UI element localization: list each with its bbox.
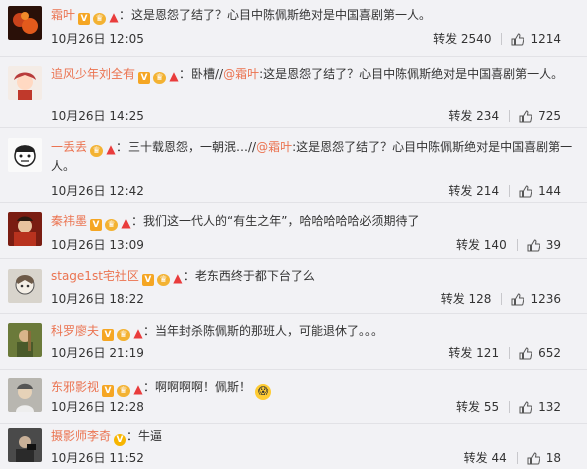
crown-badge-icon[interactable]: ♛ <box>156 274 170 286</box>
crown-badge-icon[interactable]: ♛ <box>153 72 167 84</box>
comment-text: ：卧槽// <box>179 67 224 81</box>
comment-text: ：老东西终于都下台了么 <box>182 269 315 283</box>
vip-badge-icon[interactable]: V <box>90 219 103 231</box>
comment-item: 追风少年刘全有 V ♛ ▲：卧槽//@霜叶:这是恩怨了结了？心目中陈佩斯绝对是中国喜剧… <box>0 56 587 127</box>
thumbs-up-icon[interactable] <box>511 292 525 306</box>
comment-feed: 霜叶 V ♛ ▲：这是恩怨了结了？心目中陈佩斯绝对是中国喜剧第一人。 10月26日 1… <box>0 0 587 468</box>
timestamp: 10月26日 14:25 <box>51 109 144 123</box>
timestamp: 10月26日 12:28 <box>51 400 144 414</box>
comment-text: ：我们这一代人的“有生之年”，哈哈哈哈哈必须期待了 <box>131 214 420 228</box>
avatar[interactable] <box>8 428 42 462</box>
like-count: 18 <box>545 451 561 465</box>
avatar[interactable] <box>8 212 42 246</box>
divider <box>509 185 511 197</box>
comment-item: 东邪影视 V ♛ ▲：啊啊啊啊！佩斯！ 😱 10月26日 12:28 转发 55 132 <box>0 369 587 423</box>
avatar[interactable] <box>8 138 42 172</box>
timestamp: 10月26日 12:05 <box>51 32 144 46</box>
thumbs-up-icon[interactable] <box>519 400 533 414</box>
timestamp: 10月26日 12:42 <box>51 184 144 198</box>
repost-button[interactable]: 转发 55 <box>456 399 499 415</box>
vip-badge-icon[interactable]: V <box>78 13 91 25</box>
like-count: 1214 <box>530 32 561 46</box>
repost-button[interactable]: 转发 140 <box>456 237 507 253</box>
crown-badge-icon[interactable]: ♛ <box>90 145 104 157</box>
divider <box>509 401 511 413</box>
username-link[interactable]: 东邪影视 <box>51 380 99 394</box>
fire-badge-icon[interactable]: ▲ <box>133 383 143 395</box>
comment-text-quoted: :这是恩怨了结了？心目中陈佩斯绝对是中国喜剧第一人。 <box>259 67 564 81</box>
fire-badge-icon[interactable]: ▲ <box>169 70 179 82</box>
timestamp: 10月26日 13:09 <box>51 238 144 252</box>
timestamp: 10月26日 18:22 <box>51 292 144 306</box>
comment-item: 秦祎墨 V ♛ ▲：我们这一代人的“有生之年”，哈哈哈哈哈必须期待了 10月26日 1… <box>0 202 587 258</box>
username-link[interactable]: 追风少年刘全有 <box>51 67 135 81</box>
crown-badge-icon[interactable]: ♛ <box>105 219 119 231</box>
comment-item: 一丢丢 ♛ ▲：三十载恩怨，一朝泯…//@霜叶:这是恩怨了结了？心目中陈佩斯绝对是中… <box>0 127 587 202</box>
like-count: 652 <box>538 346 561 360</box>
crown-badge-icon[interactable]: ♛ <box>117 329 131 341</box>
thumbs-up-icon[interactable] <box>511 32 525 46</box>
mention-link[interactable]: @霜叶 <box>223 67 259 81</box>
avatar[interactable] <box>8 378 42 412</box>
fire-badge-icon[interactable]: ▲ <box>121 217 131 229</box>
thumbs-up-icon[interactable] <box>527 451 541 465</box>
divider <box>501 293 503 305</box>
comment-text: ：牛逼 <box>126 429 163 443</box>
divider <box>501 33 503 45</box>
username-link[interactable]: 科罗廖夫 <box>51 324 99 338</box>
username-link[interactable]: 秦祎墨 <box>51 214 87 228</box>
fire-badge-icon[interactable]: ▲ <box>109 11 119 23</box>
mention-link[interactable]: @霜叶 <box>256 140 292 154</box>
vip-badge-icon[interactable]: V <box>141 274 154 286</box>
comment-item: stage1st宅社区 V ♛ ▲：老东西终于都下台了么 10月26日 18:22 转… <box>0 258 587 313</box>
avatar[interactable] <box>8 66 42 100</box>
like-count: 39 <box>545 238 561 252</box>
fire-badge-icon[interactable]: ▲ <box>106 143 116 155</box>
fire-badge-icon[interactable]: ▲ <box>133 327 143 339</box>
comment-item: 摄影师李奇 V ：牛逼 10月26日 11:52 转发 44 18 <box>0 423 587 468</box>
divider <box>509 110 511 122</box>
repost-button[interactable]: 转发 234 <box>448 108 499 124</box>
username-link[interactable]: 霜叶 <box>51 8 75 22</box>
divider <box>509 347 511 359</box>
repost-button[interactable]: 转发 121 <box>448 345 499 361</box>
avatar[interactable] <box>8 6 42 40</box>
repost-button[interactable]: 转发 214 <box>448 183 499 199</box>
repost-button[interactable]: 转发 44 <box>464 450 507 466</box>
thumbs-up-icon[interactable] <box>527 238 541 252</box>
thumbs-up-icon[interactable] <box>519 346 533 360</box>
divider <box>516 239 518 251</box>
avatar[interactable] <box>8 323 42 357</box>
crown-badge-icon[interactable]: ♛ <box>93 13 107 25</box>
avatar[interactable] <box>8 269 42 303</box>
comment-text: ：当年封杀陈佩斯的那班人，可能退休了。。。 <box>143 324 384 338</box>
divider <box>516 452 518 464</box>
vip-badge-icon[interactable]: V <box>102 385 115 397</box>
comment-text: ：三十载恩怨，一朝泯…// <box>116 140 257 154</box>
username-link[interactable]: stage1st宅社区 <box>51 269 139 283</box>
surprised-emoji-icon: 😱 <box>255 384 272 400</box>
comment-item: 科罗廖夫 V ♛ ▲：当年封杀陈佩斯的那班人，可能退休了。。。 10月26日 21:1… <box>0 313 587 369</box>
like-count: 132 <box>538 400 561 414</box>
thumbs-up-icon[interactable] <box>519 109 533 123</box>
vip-badge-icon[interactable]: V <box>102 329 115 341</box>
repost-button[interactable]: 转发 2540 <box>433 31 491 47</box>
comment-text: ：这是恩怨了结了？心目中陈佩斯绝对是中国喜剧第一人。 <box>119 8 432 22</box>
vip-badge-icon[interactable]: V <box>114 434 127 446</box>
like-count: 725 <box>538 109 561 123</box>
repost-button[interactable]: 转发 128 <box>441 291 492 307</box>
like-count: 1236 <box>530 292 561 306</box>
thumbs-up-icon[interactable] <box>519 184 533 198</box>
timestamp: 10月26日 21:19 <box>51 346 144 360</box>
timestamp: 10月26日 11:52 <box>51 451 144 465</box>
like-count: 144 <box>538 184 561 198</box>
vip-badge-icon[interactable]: V <box>138 72 151 84</box>
comment-item: 霜叶 V ♛ ▲：这是恩怨了结了？心目中陈佩斯绝对是中国喜剧第一人。 10月26日 1… <box>0 0 587 56</box>
username-link[interactable]: 一丢丢 <box>51 140 87 154</box>
comment-text: ：啊啊啊啊！佩斯！ <box>143 380 252 394</box>
crown-badge-icon[interactable]: ♛ <box>117 385 131 397</box>
username-link[interactable]: 摄影师李奇 <box>51 429 111 443</box>
fire-badge-icon[interactable]: ▲ <box>173 272 183 284</box>
